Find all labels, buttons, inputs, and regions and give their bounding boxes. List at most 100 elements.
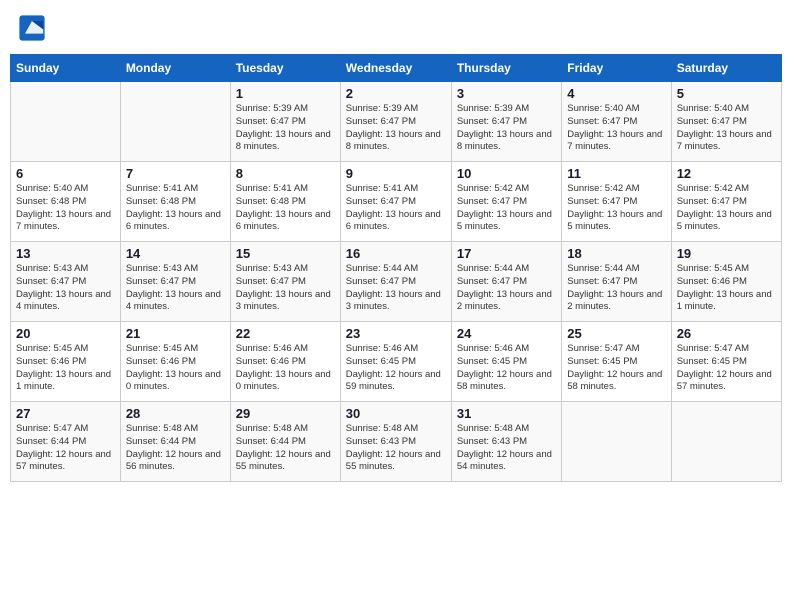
col-header-saturday: Saturday <box>671 55 781 82</box>
day-info: Sunrise: 5:40 AM Sunset: 6:47 PM Dayligh… <box>567 103 665 154</box>
week-row-1: 1 Sunrise: 5:39 AM Sunset: 6:47 PM Daylig… <box>11 82 782 162</box>
day-number: 9 <box>346 166 446 181</box>
day-number: 26 <box>677 326 776 341</box>
day-info: Sunrise: 5:45 AM Sunset: 6:46 PM Dayligh… <box>16 343 115 394</box>
day-info: Sunrise: 5:41 AM Sunset: 6:47 PM Dayligh… <box>346 183 446 234</box>
day-number: 25 <box>567 326 665 341</box>
day-number: 14 <box>126 246 225 261</box>
day-info: Sunrise: 5:39 AM Sunset: 6:47 PM Dayligh… <box>236 103 335 154</box>
day-number: 2 <box>346 86 446 101</box>
day-number: 22 <box>236 326 335 341</box>
calendar-cell: 9 Sunrise: 5:41 AM Sunset: 6:47 PM Daylig… <box>340 162 451 242</box>
calendar-cell: 15Sunrise: 5:43 AM Sunset: 6:47 PM Dayli… <box>230 242 340 322</box>
day-info: Sunrise: 5:48 AM Sunset: 6:44 PM Dayligh… <box>236 423 335 474</box>
calendar-header-row: SundayMondayTuesdayWednesdayThursdayFrid… <box>11 55 782 82</box>
calendar-cell: 11 Sunrise: 5:42 AM Sunset: 6:47 PM Dayli… <box>562 162 671 242</box>
logo <box>18 14 50 42</box>
calendar-cell: 22 Sunrise: 5:46 AM Sunset: 6:46 PM Dayli… <box>230 322 340 402</box>
week-row-2: 6 Sunrise: 5:40 AM Sunset: 6:48 PM Daylig… <box>11 162 782 242</box>
day-number: 5 <box>677 86 776 101</box>
day-info: Sunrise: 5:42 AM Sunset: 6:47 PM Dayligh… <box>457 183 556 234</box>
day-number: 21 <box>126 326 225 341</box>
day-number: 11 <box>567 166 665 181</box>
day-number: 6 <box>16 166 115 181</box>
day-number: 13 <box>16 246 115 261</box>
day-number: 24 <box>457 326 556 341</box>
calendar-cell: 1 Sunrise: 5:39 AM Sunset: 6:47 PM Daylig… <box>230 82 340 162</box>
day-info: Sunrise: 5:44 AM Sunset: 6:47 PM Dayligh… <box>346 263 446 314</box>
day-info: Sunrise: 5:46 AM Sunset: 6:45 PM Dayligh… <box>346 343 446 394</box>
calendar-table: SundayMondayTuesdayWednesdayThursdayFrid… <box>10 54 782 482</box>
logo-icon <box>18 14 46 42</box>
calendar-cell: 21 Sunrise: 5:45 AM Sunset: 6:46 PM Dayli… <box>120 322 230 402</box>
week-row-4: 20 Sunrise: 5:45 AM Sunset: 6:46 PM Dayli… <box>11 322 782 402</box>
day-info: Sunrise: 5:44 AM Sunset: 6:47 PM Dayligh… <box>457 263 556 314</box>
day-info: Sunrise: 5:47 AM Sunset: 6:45 PM Dayligh… <box>677 343 776 394</box>
calendar-cell: 25 Sunrise: 5:47 AM Sunset: 6:45 PM Dayli… <box>562 322 671 402</box>
calendar-cell: 28 Sunrise: 5:48 AM Sunset: 6:44 PM Dayli… <box>120 402 230 482</box>
calendar-cell <box>11 82 121 162</box>
day-info: Sunrise: 5:47 AM Sunset: 6:44 PM Dayligh… <box>16 423 115 474</box>
day-info: Sunrise: 5:45 AM Sunset: 6:46 PM Dayligh… <box>126 343 225 394</box>
day-info: Sunrise: 5:42 AM Sunset: 6:47 PM Dayligh… <box>567 183 665 234</box>
calendar-cell: 29 Sunrise: 5:48 AM Sunset: 6:44 PM Dayli… <box>230 402 340 482</box>
day-info: Sunrise: 5:39 AM Sunset: 6:47 PM Dayligh… <box>457 103 556 154</box>
day-info: Sunrise: 5:48 AM Sunset: 6:43 PM Dayligh… <box>346 423 446 474</box>
day-info: Sunrise: 5:41 AM Sunset: 6:48 PM Dayligh… <box>126 183 225 234</box>
day-info: Sunrise: 5:44 AM Sunset: 6:47 PM Dayligh… <box>567 263 665 314</box>
calendar-cell: 5 Sunrise: 5:40 AM Sunset: 6:47 PM Daylig… <box>671 82 781 162</box>
day-info: Sunrise: 5:46 AM Sunset: 6:46 PM Dayligh… <box>236 343 335 394</box>
day-number: 29 <box>236 406 335 421</box>
calendar-cell: 30Sunrise: 5:48 AM Sunset: 6:43 PM Dayli… <box>340 402 451 482</box>
day-info: Sunrise: 5:41 AM Sunset: 6:48 PM Dayligh… <box>236 183 335 234</box>
day-number: 31 <box>457 406 556 421</box>
day-number: 16 <box>346 246 446 261</box>
day-info: Sunrise: 5:48 AM Sunset: 6:43 PM Dayligh… <box>457 423 556 474</box>
day-number: 17 <box>457 246 556 261</box>
calendar-cell <box>562 402 671 482</box>
calendar-cell: 8 Sunrise: 5:41 AM Sunset: 6:48 PM Daylig… <box>230 162 340 242</box>
calendar-cell: 19 Sunrise: 5:45 AM Sunset: 6:46 PM Dayli… <box>671 242 781 322</box>
day-info: Sunrise: 5:43 AM Sunset: 6:47 PM Dayligh… <box>126 263 225 314</box>
day-info: Sunrise: 5:42 AM Sunset: 6:47 PM Dayligh… <box>677 183 776 234</box>
day-info: Sunrise: 5:40 AM Sunset: 6:47 PM Dayligh… <box>677 103 776 154</box>
calendar-cell: 18 Sunrise: 5:44 AM Sunset: 6:47 PM Dayli… <box>562 242 671 322</box>
day-number: 18 <box>567 246 665 261</box>
calendar-cell: 7Sunrise: 5:41 AM Sunset: 6:48 PM Daylig… <box>120 162 230 242</box>
calendar-cell: 10 Sunrise: 5:42 AM Sunset: 6:47 PM Dayli… <box>451 162 561 242</box>
day-number: 27 <box>16 406 115 421</box>
day-info: Sunrise: 5:43 AM Sunset: 6:47 PM Dayligh… <box>16 263 115 314</box>
day-number: 28 <box>126 406 225 421</box>
calendar-cell: 3 Sunrise: 5:39 AM Sunset: 6:47 PM Daylig… <box>451 82 561 162</box>
day-number: 19 <box>677 246 776 261</box>
day-info: Sunrise: 5:40 AM Sunset: 6:48 PM Dayligh… <box>16 183 115 234</box>
col-header-sunday: Sunday <box>11 55 121 82</box>
page-header <box>10 10 782 46</box>
calendar-cell <box>120 82 230 162</box>
day-info: Sunrise: 5:48 AM Sunset: 6:44 PM Dayligh… <box>126 423 225 474</box>
day-number: 3 <box>457 86 556 101</box>
day-info: Sunrise: 5:47 AM Sunset: 6:45 PM Dayligh… <box>567 343 665 394</box>
calendar-cell: 6 Sunrise: 5:40 AM Sunset: 6:48 PM Daylig… <box>11 162 121 242</box>
day-info: Sunrise: 5:45 AM Sunset: 6:46 PM Dayligh… <box>677 263 776 314</box>
col-header-tuesday: Tuesday <box>230 55 340 82</box>
calendar-cell <box>671 402 781 482</box>
calendar-cell: 20 Sunrise: 5:45 AM Sunset: 6:46 PM Dayli… <box>11 322 121 402</box>
calendar-cell: 17 Sunrise: 5:44 AM Sunset: 6:47 PM Dayli… <box>451 242 561 322</box>
day-info: Sunrise: 5:46 AM Sunset: 6:45 PM Dayligh… <box>457 343 556 394</box>
calendar-cell: 12 Sunrise: 5:42 AM Sunset: 6:47 PM Dayli… <box>671 162 781 242</box>
day-number: 10 <box>457 166 556 181</box>
col-header-wednesday: Wednesday <box>340 55 451 82</box>
day-number: 12 <box>677 166 776 181</box>
day-number: 4 <box>567 86 665 101</box>
calendar-cell: 27 Sunrise: 5:47 AM Sunset: 6:44 PM Dayli… <box>11 402 121 482</box>
calendar-cell: 13 Sunrise: 5:43 AM Sunset: 6:47 PM Dayli… <box>11 242 121 322</box>
day-number: 20 <box>16 326 115 341</box>
day-number: 1 <box>236 86 335 101</box>
col-header-friday: Friday <box>562 55 671 82</box>
day-number: 8 <box>236 166 335 181</box>
day-info: Sunrise: 5:39 AM Sunset: 6:47 PM Dayligh… <box>346 103 446 154</box>
calendar-cell: 14 Sunrise: 5:43 AM Sunset: 6:47 PM Dayli… <box>120 242 230 322</box>
calendar-cell: 26 Sunrise: 5:47 AM Sunset: 6:45 PM Dayli… <box>671 322 781 402</box>
calendar-cell: 24 Sunrise: 5:46 AM Sunset: 6:45 PM Dayli… <box>451 322 561 402</box>
